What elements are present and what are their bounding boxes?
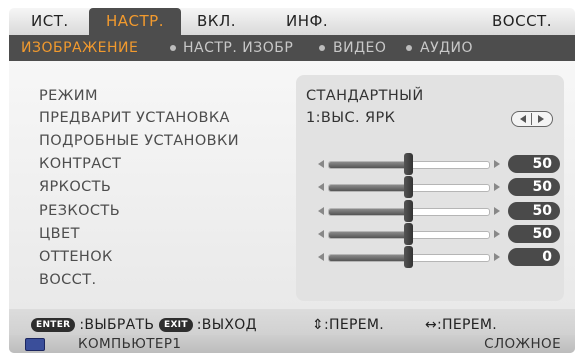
slider-right-arrow-icon	[494, 207, 500, 215]
separator-dot	[319, 45, 325, 51]
contrast-value: 50	[508, 155, 560, 173]
slider-knob[interactable]	[403, 200, 413, 222]
tab-info[interactable]: ИНФ.	[286, 8, 328, 35]
slider-left-arrow-icon	[318, 253, 324, 261]
updown-arrows-icon: ⇕	[312, 317, 325, 333]
slider-knob[interactable]	[403, 153, 413, 175]
detail-settings-label[interactable]: ПОДРОБНЫЕ УСТАНОВКИ	[39, 130, 239, 152]
brightness-label[interactable]: ЯРКОСТЬ	[39, 176, 111, 198]
tab-reset[interactable]: ВОССТ.	[492, 8, 552, 35]
leftright-hint-text: :ПЕРЕМ.	[437, 317, 498, 333]
brightness-slider[interactable]: 50	[296, 176, 564, 198]
preset-value[interactable]: 1:ВЫС. ЯРК	[306, 107, 395, 129]
brightness-value: 50	[508, 178, 560, 196]
subtab-picture[interactable]: ИЗОБРАЖЕНИЕ	[21, 35, 138, 61]
separator-dot	[406, 45, 412, 51]
slider-left-arrow-icon	[318, 230, 324, 238]
color-slider[interactable]: 50	[296, 223, 564, 245]
arrow-divider	[531, 113, 532, 125]
menu-content: РЕЖИМ ПРЕДВАРИТ УСТАНОВКА ПОДРОБНЫЕ УСТА…	[9, 61, 575, 309]
slider-knob[interactable]	[403, 176, 413, 198]
preset-left-right-control[interactable]	[511, 111, 553, 127]
updown-hint-text: :ПЕРЕМ.	[324, 317, 385, 333]
sharpness-value: 50	[508, 202, 560, 220]
left-arrow-icon	[520, 115, 526, 123]
slider-left-arrow-icon	[318, 160, 324, 168]
sharpness-slider[interactable]: 50	[296, 200, 564, 222]
mode-label[interactable]: РЕЖИМ	[39, 85, 98, 107]
slider-left-arrow-icon	[318, 183, 324, 191]
enter-hint: ENTER:ВЫБРАТЬ	[31, 315, 154, 335]
contrast-label[interactable]: КОНТРАСТ	[39, 153, 121, 175]
slider-right-arrow-icon	[494, 253, 500, 261]
right-arrow-icon	[538, 115, 544, 123]
slider-knob[interactable]	[403, 223, 413, 245]
color-value: 50	[508, 225, 560, 243]
sub-tab-bar: ИЗОБРАЖЕНИЕ НАСТР. ИЗОБР ВИДЕО АУДИО	[9, 35, 575, 61]
enter-key-icon: ENTER	[31, 318, 76, 332]
input-source: КОМПЬЮТЕР1	[78, 336, 182, 352]
exit-key-icon: EXIT	[159, 318, 193, 332]
slider-right-arrow-icon	[494, 183, 500, 191]
exit-hint-text: :ВЫХОД	[196, 317, 257, 333]
subtab-video[interactable]: ВИДЕО	[333, 35, 386, 61]
subtab-audio[interactable]: АУДИО	[420, 35, 473, 61]
slider-right-arrow-icon	[494, 230, 500, 238]
values-panel: СТАНДАРТНЫЙ 1:ВЫС. ЯРК 50 50 50 50 0	[296, 75, 564, 301]
top-tab-bar: ИСТ. НАСТР. ВКЛ. ИНФ. ВОССТ.	[9, 8, 575, 39]
separator-dot	[170, 45, 176, 51]
hue-slider[interactable]: 0	[296, 246, 564, 268]
projector-osd-menu: ИСТ. НАСТР. ВКЛ. ИНФ. ВОССТ. ИЗОБРАЖЕНИЕ…	[0, 0, 583, 361]
subtab-image-options[interactable]: НАСТР. ИЗОБР	[183, 35, 293, 61]
mode-value[interactable]: СТАНДАРТНЫЙ	[306, 85, 424, 107]
enter-hint-text: :ВЫБРАТЬ	[79, 317, 155, 333]
menu-footer: ENTER:ВЫБРАТЬ EXIT:ВЫХОД ⇕:ПЕРЕМ. ↔:ПЕРЕ…	[9, 309, 575, 353]
tab-source[interactable]: ИСТ.	[31, 8, 69, 35]
exit-hint: EXIT:ВЫХОД	[159, 315, 257, 335]
status-bar: КОМПЬЮТЕР1 СЛОЖНОЕ	[9, 335, 575, 353]
slider-left-arrow-icon	[318, 207, 324, 215]
updown-hint: ⇕:ПЕРЕМ.	[312, 315, 384, 335]
slider-right-arrow-icon	[494, 160, 500, 168]
leftright-arrows-icon: ↔	[425, 317, 438, 333]
color-label[interactable]: ЦВЕТ	[39, 223, 80, 245]
menu-mode: СЛОЖНОЕ	[484, 336, 561, 352]
preset-label[interactable]: ПРЕДВАРИТ УСТАНОВКА	[39, 107, 230, 129]
sharpness-label[interactable]: РЕЗКОСТЬ	[39, 200, 120, 222]
hue-label[interactable]: ОТТЕНОК	[39, 246, 113, 268]
contrast-slider[interactable]: 50	[296, 153, 564, 175]
slider-knob[interactable]	[403, 246, 413, 268]
tab-on[interactable]: ВКЛ.	[197, 8, 236, 35]
leftright-hint: ↔:ПЕРЕМ.	[425, 315, 497, 335]
computer-source-icon	[25, 338, 45, 351]
reset-label[interactable]: ВОССТ.	[39, 269, 96, 291]
hue-value: 0	[508, 248, 560, 266]
